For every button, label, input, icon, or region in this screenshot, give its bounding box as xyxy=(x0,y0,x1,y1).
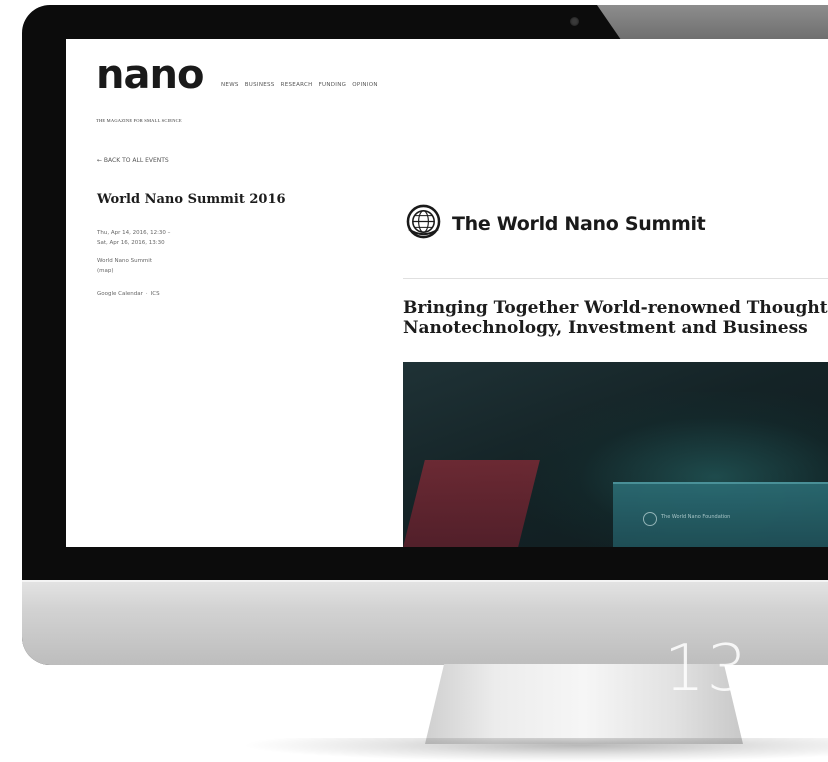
hero-caption: The World Nano Foundation xyxy=(661,514,731,520)
summit-name: The World Nano Summit xyxy=(452,213,706,235)
nav-news[interactable]: NEWS xyxy=(221,82,239,88)
hero-red-panel xyxy=(403,460,540,547)
nav-business[interactable]: BUSINESS xyxy=(245,82,275,88)
event-location: World Nano Summit xyxy=(97,258,152,264)
nav-funding[interactable]: FUNDING xyxy=(319,82,347,88)
google-calendar-link[interactable]: Google Calendar xyxy=(97,291,143,297)
globe-icon xyxy=(406,204,441,239)
calendar-links: Google Calendar · ICS xyxy=(97,291,160,297)
map-link[interactable]: (map) xyxy=(97,266,114,276)
back-to-events-link[interactable]: ← BACK TO ALL EVENTS xyxy=(97,157,169,164)
stand-shadow xyxy=(240,738,828,762)
chin-highlight xyxy=(22,580,828,582)
summit-headline: Bringing Together World-renowned Thought… xyxy=(403,298,828,338)
slide-number: 13 xyxy=(664,632,750,706)
ics-link[interactable]: ICS xyxy=(151,291,160,297)
site-logo[interactable]: nano xyxy=(96,55,204,95)
headline-line-1: Bringing Together World-renowned Thought xyxy=(403,298,828,318)
event-title: World Nano Summit 2016 xyxy=(97,192,286,207)
event-date-end: Sat, Apr 16, 2016, 13:30 xyxy=(97,240,165,246)
hero-image: The World Nano Foundation xyxy=(403,362,828,547)
main-nav: NEWS BUSINESS RESEARCH FUNDING OPINION xyxy=(221,82,378,88)
foundation-logo-icon xyxy=(643,512,657,526)
nav-opinion[interactable]: OPINION xyxy=(352,82,378,88)
camera-icon xyxy=(570,17,579,26)
bezel-glare xyxy=(597,5,828,39)
bezel-bottom xyxy=(22,547,828,580)
link-separator: · xyxy=(145,291,148,297)
headline-line-2: Nanotechnology, Investment and Business xyxy=(403,318,808,338)
monitor: nano THE MAGAZINE FOR SMALL SCIENCE NEWS… xyxy=(22,5,828,665)
event-date-start: Thu, Apr 14, 2016, 12:30 – xyxy=(97,230,171,236)
browser-screen: nano THE MAGAZINE FOR SMALL SCIENCE NEWS… xyxy=(66,39,828,547)
nav-research[interactable]: RESEARCH xyxy=(281,82,313,88)
site-tagline: THE MAGAZINE FOR SMALL SCIENCE xyxy=(96,118,182,123)
divider xyxy=(403,278,828,279)
